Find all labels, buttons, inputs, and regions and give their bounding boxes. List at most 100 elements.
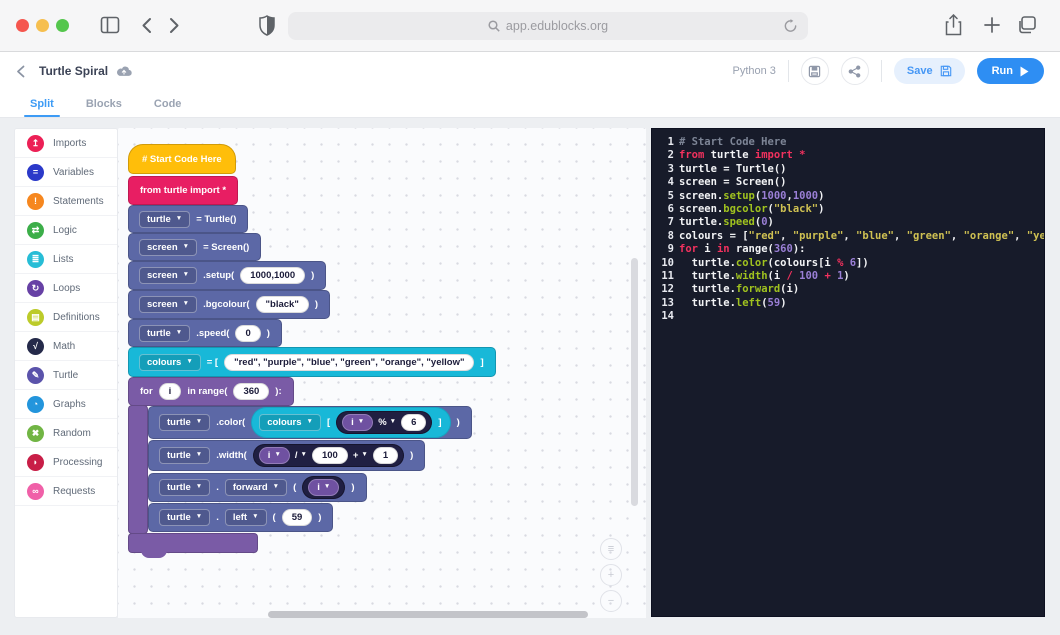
tab-overview-icon[interactable] [1017, 16, 1036, 34]
sidebar-item-variables[interactable]: =Variables [15, 158, 117, 187]
block-dropdown-turtle[interactable]: turtle▼ [159, 447, 210, 464]
canvas-horizontal-scrollbar[interactable] [268, 611, 588, 618]
sidebar-item-math[interactable]: √Math [15, 332, 117, 361]
sidebar-item-requests[interactable]: ∞Requests [15, 477, 117, 506]
block-value-input[interactable]: 6 [401, 414, 426, 431]
definitions-icon: ▤ [27, 309, 44, 326]
block-value-input[interactable]: 100 [312, 447, 348, 464]
block-turtle-speed[interactable]: turtle▼.speed(0) [128, 319, 282, 347]
canvas-menu-button[interactable]: ≡ [600, 538, 622, 560]
blocks-canvas[interactable]: # Start Code Herefrom turtle import *tur… [118, 128, 646, 618]
browser-share-icon[interactable] [945, 14, 962, 36]
window-minimize-button[interactable] [36, 19, 49, 32]
code-text: turtle.forward(i) [679, 283, 799, 296]
sidebar-item-processing[interactable]: ◗Processing [15, 448, 117, 477]
block-value-input[interactable]: 0 [235, 325, 260, 342]
block-dropdown-turtle[interactable]: turtle▼ [139, 211, 190, 228]
block-dropdown-turtle[interactable]: turtle▼ [159, 479, 210, 496]
sidebar-item-graphs[interactable]: ◔Graphs [15, 390, 117, 419]
block-value-input[interactable]: 59 [282, 509, 313, 526]
block-label: . [216, 482, 219, 493]
block-group-navy[interactable]: i▼ /▼ 100 +▼ 1 [253, 444, 404, 467]
block-dropdown-left[interactable]: left▼ [225, 509, 267, 526]
block-dropdown-/[interactable]: /▼ [295, 450, 307, 461]
window-zoom-button[interactable] [56, 19, 69, 32]
reload-icon[interactable] [783, 18, 798, 34]
sidebar-item-turtle[interactable]: ✎Turtle [15, 361, 117, 390]
block-value-input[interactable]: 360 [233, 383, 269, 400]
chevron-down-icon: ▼ [196, 514, 202, 521]
block-dropdown-turtle[interactable]: turtle▼ [139, 325, 190, 342]
sidebar-item-imports[interactable]: ↥Imports [15, 129, 117, 158]
sidebar-toggle-icon[interactable] [100, 16, 120, 34]
block-dropdown-turtle[interactable]: turtle▼ [159, 414, 210, 431]
block-label: ) [410, 450, 413, 461]
block-screen-assign[interactable]: screen▼= Screen() [128, 233, 261, 261]
line-number: 14 [658, 310, 674, 323]
block-turtle-left[interactable]: turtle▼.left▼(59) [148, 503, 333, 532]
block-dropdown-screen[interactable]: screen▼ [139, 267, 197, 284]
new-tab-icon[interactable] [984, 17, 1000, 33]
assignments-button[interactable] [801, 57, 829, 85]
save-button[interactable]: Save [894, 58, 965, 84]
sidebar-item-lists[interactable]: ≣Lists [15, 245, 117, 274]
canvas-zoom-out-button[interactable]: − [600, 590, 622, 612]
block-label: .color( [216, 417, 245, 428]
block-dropdown-turtle[interactable]: turtle▼ [159, 509, 210, 526]
tab-split[interactable]: Split [28, 90, 56, 117]
browser-forward-icon[interactable] [169, 17, 180, 34]
block-value-input[interactable]: 1000,1000 [240, 267, 305, 284]
code-panel[interactable]: 1# Start Code Here2from turtle import *3… [651, 128, 1045, 617]
block-colours-list[interactable]: colours▼= ["red", "purple", "blue", "gre… [128, 347, 496, 377]
sidebar-item-random[interactable]: ✖Random [15, 419, 117, 448]
share-button[interactable] [841, 57, 869, 85]
line-number: 1 [658, 136, 674, 149]
sidebar-item-statements[interactable]: !Statements [15, 187, 117, 216]
block-for-range[interactable]: foriin range(360): [128, 377, 294, 406]
block-dropdown-forward[interactable]: forward▼ [225, 479, 287, 496]
block-dropdown-colours[interactable]: colours▼ [139, 354, 201, 371]
block-screen-setup[interactable]: screen▼.setup(1000,1000) [128, 261, 326, 290]
sidebar-item-loops[interactable]: ↻Loops [15, 274, 117, 303]
block-dropdown-i[interactable]: i▼ [308, 479, 339, 496]
block-for-spine[interactable] [128, 405, 148, 534]
block-turtle-assign[interactable]: turtle▼= Turtle() [128, 205, 248, 233]
browser-back-icon[interactable] [141, 17, 152, 34]
run-button[interactable]: Run [977, 58, 1044, 84]
window-close-button[interactable] [16, 19, 29, 32]
sidebar-item-logic[interactable]: ⇄Logic [15, 216, 117, 245]
block-value-input[interactable]: i [159, 383, 182, 400]
canvas-vertical-scrollbar[interactable] [631, 258, 638, 506]
tab-code[interactable]: Code [152, 90, 184, 117]
block-value-input[interactable]: "red", "purple", "blue", "green", "orang… [224, 354, 474, 371]
block-dropdown-colours[interactable]: colours▼ [259, 414, 321, 431]
canvas-zoom-in-button[interactable]: + [600, 564, 622, 586]
block-value-input[interactable]: "black" [256, 296, 309, 313]
block-turtle-width[interactable]: turtle▼.width(i▼/▼100+▼1) [148, 440, 425, 471]
sidebar-item-label: Lists [53, 254, 74, 265]
code-line-9: 9for i in range(360): [658, 243, 1044, 256]
code-line-13: 13 turtle.left(59) [658, 297, 1044, 310]
sidebar-item-label: Variables [53, 167, 94, 178]
block-from-import[interactable]: from turtle import * [128, 176, 238, 205]
block-dropdown-screen[interactable]: screen▼ [139, 239, 197, 256]
block-group-navy[interactable]: i▼ %▼ 6 [336, 411, 432, 434]
block-dropdown-screen[interactable]: screen▼ [139, 296, 197, 313]
block-for-bottom[interactable] [128, 533, 258, 553]
block-dropdown-i[interactable]: i▼ [342, 414, 373, 431]
sidebar-item-definitions[interactable]: ▤Definitions [15, 303, 117, 332]
shield-icon[interactable] [259, 15, 275, 36]
block-dropdown-+[interactable]: +▼ [353, 450, 368, 461]
block-start-code[interactable]: # Start Code Here [128, 144, 236, 174]
block-group-navy[interactable]: i▼ [302, 476, 345, 499]
block-group-cyan[interactable]: colours▼[i▼%▼6] [251, 407, 450, 438]
block-turtle-forward[interactable]: turtle▼.forward▼(i▼) [148, 473, 367, 502]
block-turtle-color[interactable]: turtle▼.color(colours▼[i▼%▼6]) [148, 406, 472, 439]
tab-blocks[interactable]: Blocks [84, 90, 124, 117]
block-dropdown-i[interactable]: i▼ [259, 447, 290, 464]
address-bar[interactable]: app.edublocks.org [288, 12, 808, 40]
block-value-input[interactable]: 1 [373, 447, 398, 464]
back-icon[interactable] [16, 65, 25, 78]
block-screen-bgcolour[interactable]: screen▼.bgcolour("black") [128, 290, 330, 319]
block-dropdown-%[interactable]: %▼ [378, 417, 396, 428]
